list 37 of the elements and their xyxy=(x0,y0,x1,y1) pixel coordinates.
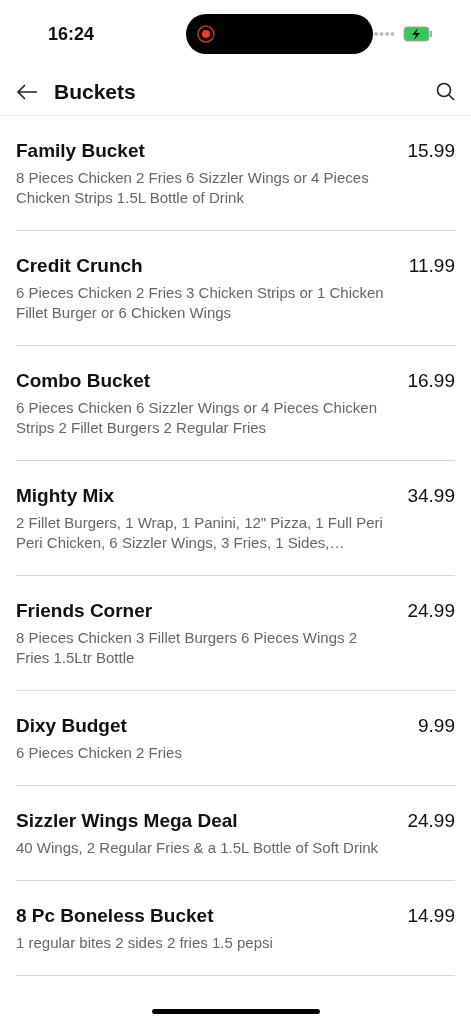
item-price: 16.99 xyxy=(407,369,455,393)
item-price: 14.99 xyxy=(407,904,455,928)
item-name: 8 Pc Boneless Bucket xyxy=(16,904,214,928)
item-price: 9.99 xyxy=(418,714,455,738)
item-description: 6 Pieces Chicken 2 Fries 3 Chicken Strips or 1 Chicken Fillet Burger or 6 Chicken Wings xyxy=(16,283,385,323)
menu-item[interactable]: 8 Pc Boneless Bucket 14.99 1 regular bites 2 sides 2 fries 1.5 pepsi xyxy=(16,881,455,976)
item-description: 6 Pieces Chicken 2 Fries xyxy=(16,743,183,763)
item-name: Sizzler Wings Mega Deal xyxy=(16,809,238,833)
item-description: 2 Fillet Burgers, 1 Wrap, 1 Panini, 12" Pizza, 1 Full Peri Peri Chicken, 6 Sizzler Wings, 3 Fries, 1 Sides,… xyxy=(16,513,384,553)
item-name: Combo Bucket xyxy=(16,369,151,393)
item-name: Credit Crunch xyxy=(16,254,143,278)
back-icon[interactable] xyxy=(16,83,38,100)
item-price: 24.99 xyxy=(407,599,455,623)
item-price: 15.99 xyxy=(407,139,455,163)
item-description: 8 Pieces Chicken 2 Fries 6 Sizzler Wings or 4 Pieces Chicken Strips 1.5L Bottle of Drink xyxy=(16,168,370,208)
item-name: Mighty Mix xyxy=(16,484,115,508)
search-icon[interactable] xyxy=(436,82,455,101)
item-description: 1 regular bites 2 sides 2 fries 1.5 pepsi xyxy=(16,933,274,953)
item-description: 40 Wings, 2 Regular Fries & a 1.5L Bottle of Soft Drink xyxy=(16,838,380,858)
item-price: 11.99 xyxy=(408,254,455,278)
menu-item[interactable]: Family Bucket 15.99 8 Pieces Chicken 2 Fries 6 Sizzler Wings or 4 Pieces Chicken Strips 1.5L Bottle of Drink xyxy=(16,116,455,231)
item-name: Family Bucket xyxy=(16,139,145,163)
page-title: Buckets xyxy=(54,78,136,105)
menu-item[interactable]: Mighty Mix 34.99 2 Fillet Burgers, 1 Wrap, 1 Panini, 12" Pizza, 1 Full Peri Peri Chicken, 6 Sizzler Wings, 3 Fries, 1 Sides,… xyxy=(16,461,455,576)
menu-item[interactable]: Credit Crunch 11.99 6 Pieces Chicken 2 Fries 3 Chicken Strips or 1 Chicken Fillet Burger or 6 Chicken Wings xyxy=(16,231,455,346)
item-price: 24.99 xyxy=(407,809,455,833)
menu-item[interactable]: Sizzler Wings Mega Deal 24.99 40 Wings, 2 Regular Fries & a 1.5L Bottle of Soft Drink xyxy=(16,786,455,881)
item-description: 6 Pieces Chicken 6 Sizzler Wings or 4 Pieces Chicken Strips 2 Fillet Burgers 2 Regular Fries xyxy=(16,398,378,438)
menu-item[interactable]: Friends Corner 24.99 8 Pieces Chicken 3 Fillet Burgers 6 Pieces Wings 2 Fries 1.5Ltr Bottle xyxy=(16,576,455,691)
menu-item[interactable]: Combo Bucket 16.99 6 Pieces Chicken 6 Sizzler Wings or 4 Pieces Chicken Strips 2 Fillet Burgers 2 Regular Fries xyxy=(16,346,455,461)
menu-item[interactable]: Dixy Budget 9.99 6 Pieces Chicken 2 Fries xyxy=(16,691,455,786)
item-name: Friends Corner xyxy=(16,599,153,623)
status-time: 16:24 xyxy=(48,22,96,46)
item-price: 34.99 xyxy=(407,484,455,508)
item-name: Dixy Budget xyxy=(16,714,127,738)
item-description: 8 Pieces Chicken 3 Fillet Burgers 6 Pieces Wings 2 Fries 1.5Ltr Bottle xyxy=(16,628,358,668)
signal-icon xyxy=(373,31,395,37)
